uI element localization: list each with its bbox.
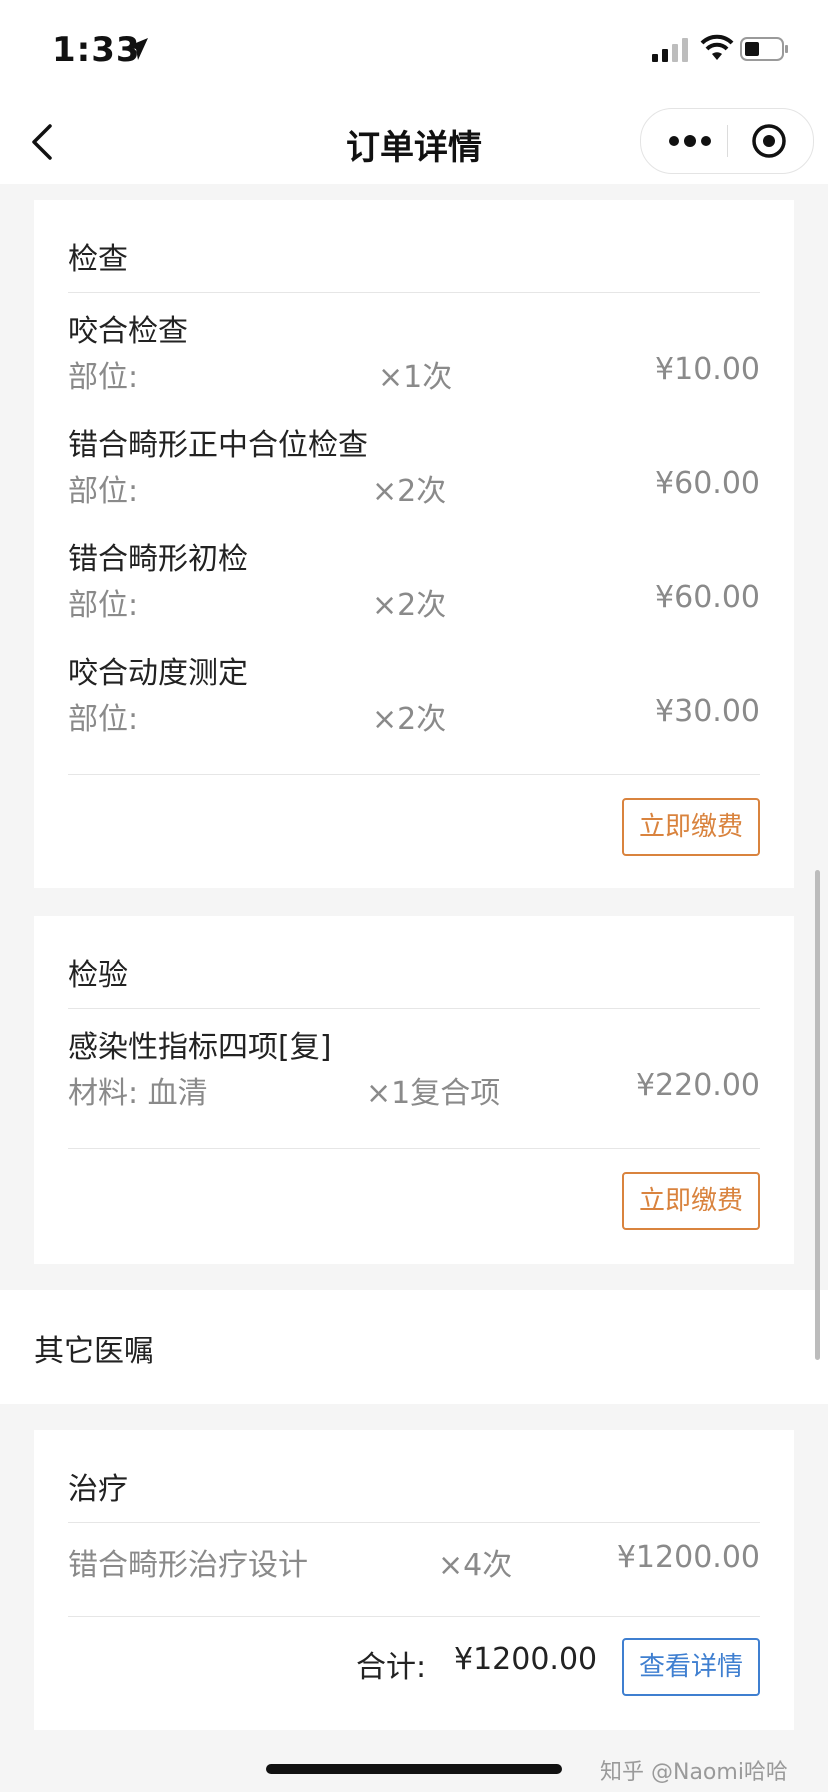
divider [68, 292, 760, 293]
treatment-item-name: 错合畸形治疗设计 [68, 1548, 308, 1583]
divider [68, 1148, 760, 1149]
divider [68, 1522, 760, 1523]
exam-item-qty: ×2次 [372, 702, 447, 737]
exam-item-price: ¥10.00 [655, 352, 760, 387]
other-orders-section: 其它医嘱 [0, 1290, 828, 1404]
lab-item-price: ¥220.00 [635, 1068, 760, 1103]
battery-icon [740, 37, 788, 61]
lab-item-material-label: 材料: 血清 [68, 1076, 208, 1111]
cellular-signal-icon [652, 38, 688, 62]
exam-item-price: ¥60.00 [655, 580, 760, 615]
divider [68, 774, 760, 775]
status-bar: 1:33 [0, 0, 828, 100]
home-indicator[interactable] [266, 1764, 562, 1774]
exam-card-title: 检查 [68, 242, 128, 277]
wifi-icon [700, 34, 734, 60]
lab-item-name: 感染性指标四项[复] [68, 1030, 332, 1065]
watermark: 知乎 @Naomi哈哈 [600, 1760, 788, 1785]
close-target-icon[interactable] [751, 123, 787, 159]
exam-item-price: ¥30.00 [655, 694, 760, 729]
lab-item-qty: ×1复合项 [366, 1076, 501, 1111]
total-label: 合计: [356, 1650, 427, 1685]
exam-item-name: 咬合动度测定 [68, 656, 248, 691]
pay-now-button[interactable]: 立即缴费 [622, 798, 760, 856]
pay-now-button[interactable]: 立即缴费 [622, 1172, 760, 1230]
exam-card: 检查 咬合检查 部位: ×1次 ¥10.00 错合畸形正中合位检查 部位: ×2… [34, 200, 794, 888]
divider [68, 1616, 760, 1617]
exam-item-name: 咬合检查 [68, 314, 188, 349]
exam-item-position-label: 部位: [68, 360, 139, 395]
divider [68, 1008, 760, 1009]
exam-item-position-label: 部位: [68, 588, 139, 623]
exam-item-price: ¥60.00 [655, 466, 760, 501]
exam-item-position-label: 部位: [68, 702, 139, 737]
exam-item-position-label: 部位: [68, 474, 139, 509]
treatment-card-title: 治疗 [68, 1472, 128, 1507]
exam-item-qty: ×1次 [378, 360, 453, 395]
exam-item-qty: ×2次 [372, 474, 447, 509]
capsule-divider [727, 125, 728, 157]
lab-card: 检验 感染性指标四项[复] 材料: 血清 ×1复合项 ¥220.00 立即缴费 [34, 916, 794, 1264]
more-dots-icon[interactable] [665, 125, 715, 157]
treatment-item-qty: ×4次 [438, 1548, 513, 1583]
other-orders-title: 其它医嘱 [34, 1334, 154, 1369]
total-value: ¥1200.00 [454, 1642, 598, 1677]
lab-card-title: 检验 [68, 958, 128, 993]
treatment-card: 治疗 错合畸形治疗设计 ×4次 ¥1200.00 合计: ¥1200.00 查看… [34, 1430, 794, 1730]
location-arrow-icon [126, 38, 148, 60]
exam-item-name: 错合畸形初检 [68, 542, 248, 577]
exam-item-name: 错合畸形正中合位检查 [68, 428, 368, 463]
nav-bar: 订单详情 [0, 100, 828, 184]
scrollbar[interactable] [815, 870, 820, 1360]
exam-item-qty: ×2次 [372, 588, 447, 623]
view-details-button[interactable]: 查看详情 [622, 1638, 760, 1696]
mini-program-capsule [640, 108, 814, 174]
treatment-item-price: ¥1200.00 [616, 1540, 760, 1575]
